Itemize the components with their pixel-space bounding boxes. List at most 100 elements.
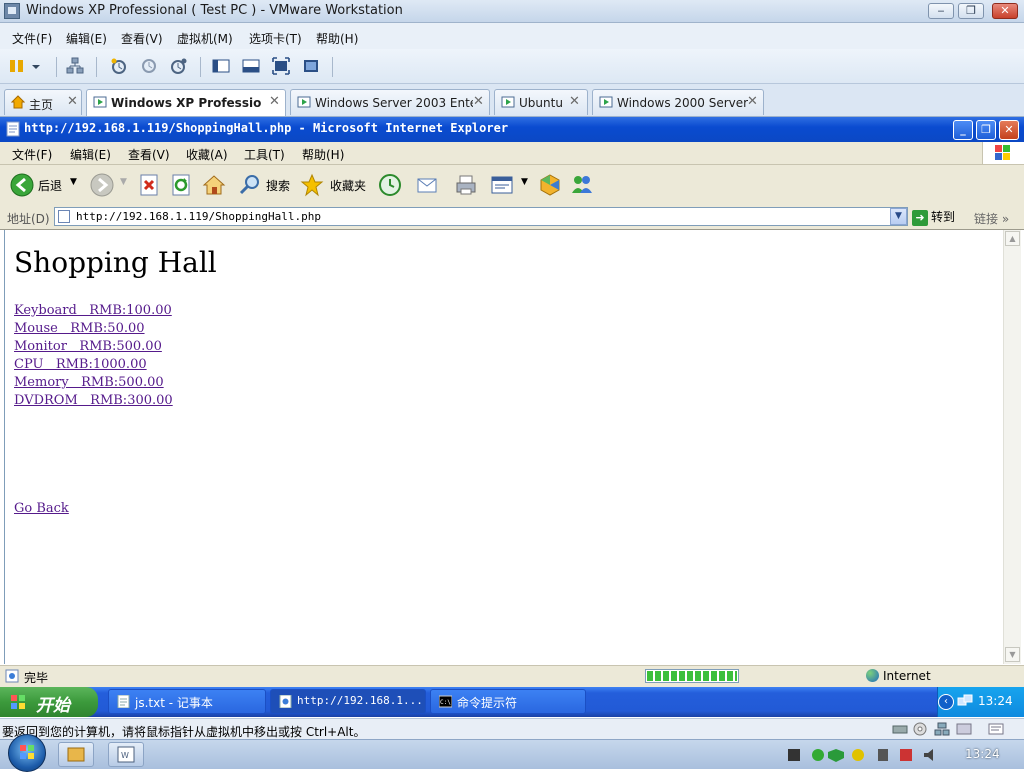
back-button-label[interactable]: 后退: [38, 177, 62, 194]
forward-icon[interactable]: [90, 173, 114, 197]
search-button-label[interactable]: 搜索: [266, 177, 290, 194]
go-arrow-icon: ➜: [912, 209, 928, 226]
host-task-vmware[interactable]: W: [108, 742, 144, 767]
ie-toolbar: 后退 ▼ ▼ 搜索 收藏夹 ▼: [0, 165, 1024, 206]
host-task-explorer[interactable]: [58, 742, 94, 767]
back-icon[interactable]: [10, 173, 34, 197]
cd-drive-icon[interactable]: [912, 722, 928, 736]
go-button[interactable]: ➜ 转到: [912, 208, 955, 226]
close-icon[interactable]: ✕: [747, 94, 758, 109]
restore-button[interactable]: ❐: [958, 3, 984, 19]
scroll-down-button[interactable]: ▼: [1005, 647, 1020, 662]
tab-home[interactable]: 主页 ✕: [4, 89, 82, 115]
links-label: 链接: [974, 212, 999, 226]
product-link-mouse[interactable]: Mouse RMB:50.00: [14, 321, 145, 336]
revert-snapshot-icon[interactable]: [140, 57, 158, 75]
product-link-cpu[interactable]: CPU RMB:1000.00: [14, 357, 147, 372]
product-link-dvdrom[interactable]: DVDROM RMB:300.00: [14, 393, 173, 408]
ie-minimize-button[interactable]: _: [953, 120, 973, 140]
vm-menu-file[interactable]: 文件(F): [12, 30, 52, 47]
product-link-keyboard[interactable]: Keyboard RMB:100.00: [14, 303, 172, 318]
vm-menu-tabs[interactable]: 选项卡(T): [249, 30, 302, 47]
go-back-link[interactable]: Go Back: [14, 501, 69, 516]
pause-icon[interactable]: [8, 57, 26, 75]
hard-disk-icon[interactable]: [892, 722, 908, 736]
snapshot-manager-icon[interactable]: [170, 57, 188, 75]
chevron-down-icon[interactable]: ▼: [521, 177, 528, 187]
discuss-icon[interactable]: [538, 173, 562, 197]
host-taskbar: W 13:24: [0, 734, 1024, 772]
ie-maximize-button[interactable]: ❐: [976, 120, 996, 140]
home-icon[interactable]: [202, 173, 226, 197]
ie-menu-tools[interactable]: 工具(T): [244, 146, 285, 163]
ie-menu-file[interactable]: 文件(F): [12, 146, 52, 163]
chevron-left-icon[interactable]: ‹: [938, 694, 954, 710]
vm-menu-edit[interactable]: 编辑(E): [66, 30, 107, 47]
task-internet-explorer[interactable]: http://192.168.1...: [270, 689, 426, 714]
network-adapter-icon[interactable]: [934, 722, 950, 736]
vmware-menu-bar: 文件(F) 编辑(E) 查看(V) 虚拟机(M) 选项卡(T) 帮助(H): [0, 23, 1024, 49]
usb-device-icon[interactable]: [956, 722, 972, 736]
favorites-button-label[interactable]: 收藏夹: [330, 177, 366, 194]
favorites-icon[interactable]: [300, 173, 324, 197]
ie-close-button[interactable]: ✕: [999, 120, 1019, 140]
host-clock: 13:24: [965, 747, 1000, 761]
tab-windows-2000-server[interactable]: Windows 2000 Server ✕: [592, 89, 764, 115]
chevron-down-icon[interactable]: ▼: [70, 177, 77, 187]
links-button[interactable]: 链接 »: [974, 210, 1009, 227]
product-link-monitor[interactable]: Monitor RMB:500.00: [14, 339, 162, 354]
mail-icon[interactable]: [416, 173, 440, 197]
chevron-down-icon[interactable]: [30, 57, 42, 75]
history-icon[interactable]: [378, 173, 402, 197]
vmware-title-bar: Windows XP Professional ( Test PC ) - VM…: [0, 0, 1024, 23]
vertical-scrollbar[interactable]: ▲ ▼: [1003, 230, 1021, 664]
address-url[interactable]: http://192.168.1.119/ShoppingHall.php: [76, 210, 321, 223]
close-icon[interactable]: ✕: [569, 94, 580, 109]
unity-icon[interactable]: [302, 57, 320, 75]
vm-running-icon: [93, 95, 107, 109]
toolbar-divider: [200, 57, 201, 77]
search-icon[interactable]: [238, 173, 262, 197]
message-log-icon[interactable]: [988, 722, 1004, 736]
network-connection-icon[interactable]: [957, 694, 973, 710]
task-notepad[interactable]: js.txt - 记事本: [108, 689, 266, 714]
close-icon[interactable]: ✕: [473, 94, 484, 109]
show-console-icon[interactable]: [242, 57, 260, 75]
print-icon[interactable]: [454, 173, 478, 197]
host-notification-icons[interactable]: [788, 747, 938, 763]
show-sidebar-icon[interactable]: [212, 57, 230, 75]
close-icon[interactable]: ✕: [269, 94, 280, 109]
minimize-button[interactable]: ‒: [928, 3, 954, 19]
task-command-prompt[interactable]: C:\ 命令提示符: [430, 689, 586, 714]
close-button[interactable]: ✕: [992, 3, 1018, 19]
ie-page-icon: [279, 694, 292, 709]
address-dropdown-button[interactable]: ▼: [890, 208, 907, 225]
messenger-icon[interactable]: [570, 173, 594, 197]
vm-menu-vm[interactable]: 虚拟机(M): [177, 30, 233, 47]
address-input[interactable]: http://192.168.1.119/ShoppingHall.php: [54, 207, 908, 226]
network-icon[interactable]: [66, 57, 84, 75]
ie-menu-help[interactable]: 帮助(H): [302, 146, 344, 163]
tab-windows-xp[interactable]: Windows XP Professional... ✕: [86, 89, 286, 116]
vm-menu-help[interactable]: 帮助(H): [316, 30, 358, 47]
snapshot-icon[interactable]: [110, 57, 128, 75]
stop-icon[interactable]: [138, 173, 162, 197]
scroll-up-button[interactable]: ▲: [1005, 231, 1020, 246]
refresh-icon[interactable]: [170, 173, 194, 197]
tab-ubuntu[interactable]: Ubuntu ✕: [494, 89, 588, 115]
close-icon[interactable]: ✕: [67, 94, 78, 109]
tab-windows-server-2003[interactable]: Windows Server 2003 Enterpr... ✕: [290, 89, 490, 115]
full-screen-icon[interactable]: [272, 57, 290, 75]
host-start-orb[interactable]: [8, 734, 46, 772]
address-label: 地址(D): [7, 212, 50, 226]
ie-menu-edit[interactable]: 编辑(E): [70, 146, 111, 163]
edit-icon[interactable]: [490, 173, 514, 197]
ie-menu-view[interactable]: 查看(V): [128, 146, 170, 163]
status-text: 完毕: [24, 671, 49, 685]
security-zone: Internet: [866, 669, 931, 683]
product-link-memory[interactable]: Memory RMB:500.00: [14, 375, 164, 390]
vm-menu-view[interactable]: 查看(V): [121, 30, 163, 47]
ie-menu-favorites[interactable]: 收藏(A): [186, 146, 228, 163]
start-button[interactable]: 开始: [0, 687, 98, 717]
vm-running-icon: [501, 95, 515, 109]
